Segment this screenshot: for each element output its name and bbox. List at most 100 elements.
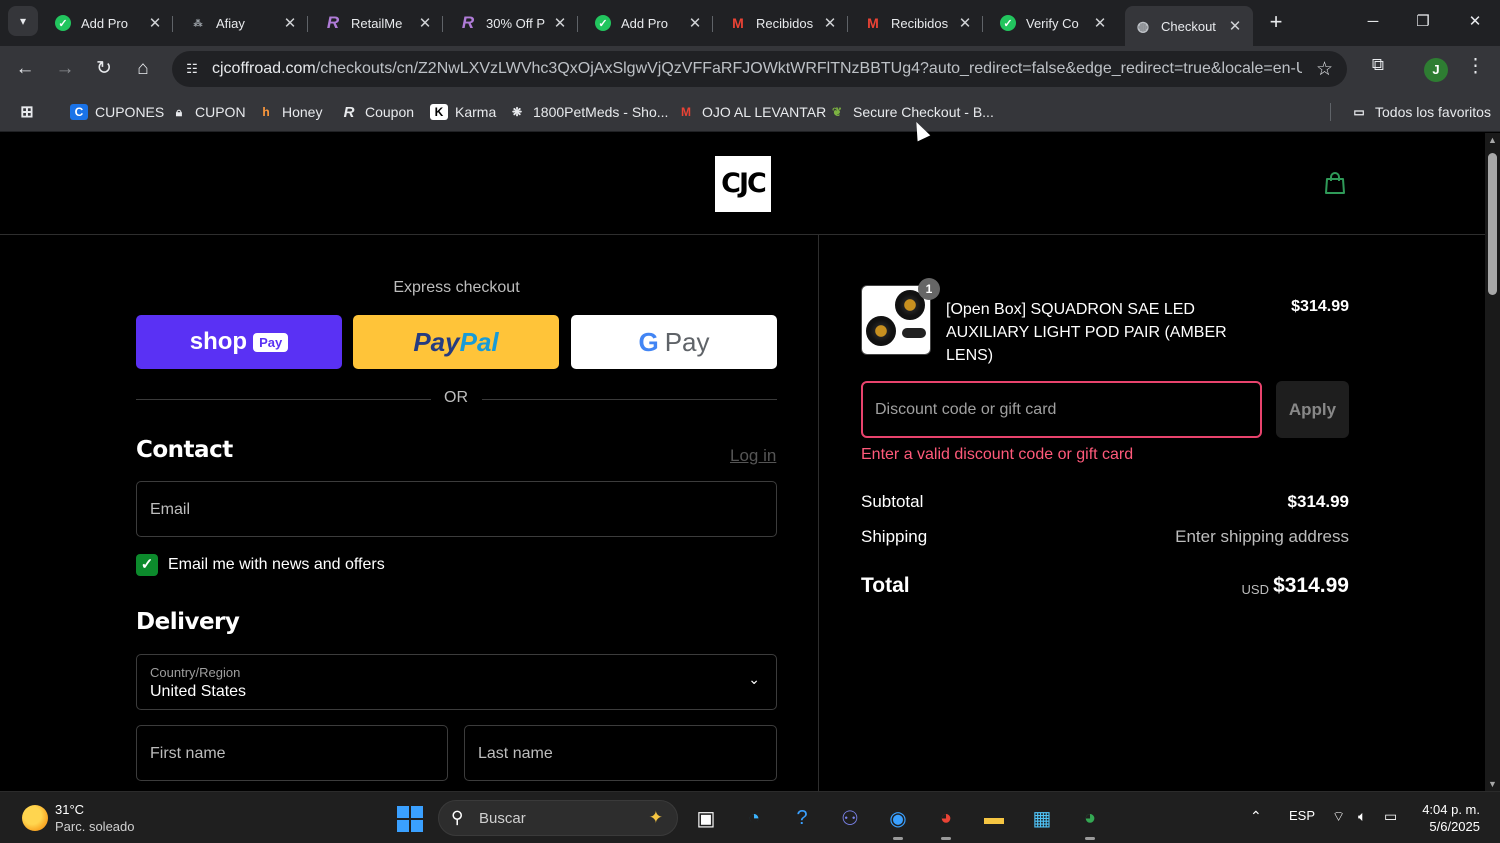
tab-30-off[interactable]: R 30% Off P ✕ — [450, 8, 578, 38]
store-logo[interactable]: CJC — [715, 156, 771, 212]
volume-icon[interactable]: 🔈︎ — [1358, 808, 1366, 825]
scrollbar-thumb[interactable] — [1488, 153, 1497, 295]
close-icon[interactable]: ✕ — [282, 14, 298, 32]
shopping-bag-icon[interactable] — [1324, 171, 1346, 195]
bookmark-honey[interactable]: h Honey — [257, 101, 322, 123]
copilot-app-icon[interactable]: ◉ — [882, 802, 914, 840]
snipping-tool-icon[interactable]: ▦ — [1026, 802, 1058, 834]
bookmark-cupon[interactable]: 🔒︎ CUPON — [170, 101, 246, 123]
chrome-icon[interactable]: ◕ — [930, 802, 962, 840]
wifi-icon[interactable]: ⌔ — [1332, 808, 1345, 826]
bookmark-star-icon[interactable]: ☆ — [1316, 58, 1333, 81]
teams-icon[interactable]: ⚇ — [834, 802, 866, 834]
login-link[interactable]: Log in — [730, 446, 776, 466]
all-bookmarks[interactable]: ▭ Todos los favoritos — [1350, 101, 1491, 123]
url-text[interactable]: cjcoffroad.com/checkouts/cn/Z2NwLXVzLWVh… — [212, 60, 1302, 78]
discount-code-input[interactable]: Discount code or gift card — [861, 381, 1262, 438]
bookmark-karma[interactable]: K Karma — [430, 101, 496, 123]
first-name-field[interactable]: First name — [136, 725, 448, 781]
close-icon[interactable]: ✕ — [957, 14, 973, 32]
clock-date[interactable]: 5/6/2025 — [1418, 819, 1480, 834]
tab-checkout[interactable]: ◍ Checkout ✕ — [1125, 6, 1253, 46]
site-info-icon[interactable]: ☷ — [182, 59, 202, 79]
back-icon[interactable]: ← — [10, 54, 40, 84]
close-icon[interactable]: ✕ — [822, 14, 838, 32]
or-label: OR — [444, 389, 468, 406]
tab-recibidos-1[interactable]: M Recibidos ✕ — [720, 8, 848, 38]
tab-afiay[interactable]: ⁂ Afiay ✕ — [180, 8, 308, 38]
copilot-sparkle-icon: ✦ — [648, 808, 663, 827]
scroll-up-icon[interactable]: ▲ — [1488, 135, 1497, 145]
search-placeholder: Buscar — [479, 810, 526, 827]
edge-icon[interactable]: ◔ — [738, 802, 770, 834]
retailmenot-icon: R — [343, 103, 355, 121]
extensions-icon[interactable]: ⧉ — [1364, 55, 1392, 83]
minimize-icon[interactable]: ─ — [1350, 8, 1396, 36]
tab-add-pro-2[interactable]: ✓ Add Pro ✕ — [585, 8, 713, 38]
apply-discount-button[interactable]: Apply — [1276, 381, 1349, 438]
tab-verify-code[interactable]: ✓ Verify Co ✕ — [990, 8, 1118, 38]
bookmark-cupones[interactable]: C CUPONES — [70, 101, 164, 123]
google-g-icon: G — [638, 326, 659, 357]
bookmark-secure-checkout[interactable]: ❦ Secure Checkout - B... — [828, 101, 994, 123]
forward-icon[interactable]: → — [50, 54, 80, 84]
paypal-button[interactable]: Pay Pal — [353, 315, 559, 369]
karma-icon: K — [430, 104, 448, 120]
bookmark-label: CUPON — [195, 104, 246, 120]
close-icon[interactable]: ✕ — [1227, 17, 1243, 35]
menu-kebab-icon[interactable]: ⋮ — [1466, 55, 1485, 78]
home-icon[interactable]: ⌂ — [128, 54, 158, 84]
page-scrollbar[interactable]: ▲ ▼ — [1485, 133, 1500, 791]
restore-icon[interactable]: ❐ — [1400, 8, 1446, 36]
close-icon[interactable]: ✕ — [1092, 14, 1108, 32]
reload-icon[interactable]: ↻ — [89, 54, 119, 84]
country-select[interactable]: Country/Region United States ⌄ — [136, 654, 777, 710]
last-name-field[interactable]: Last name — [464, 725, 777, 781]
discount-placeholder: Discount code or gift card — [875, 401, 1057, 418]
weather-temperature[interactable]: 31°C — [55, 802, 84, 817]
bookmark-coupon[interactable]: R Coupon — [340, 101, 414, 123]
google-pay-button[interactable]: G Pay — [571, 315, 777, 369]
total-value: $314.99 — [1273, 574, 1349, 597]
window-close-icon[interactable]: ✕ — [1452, 8, 1498, 36]
news-offers-label[interactable]: Email me with news and offers — [168, 556, 385, 574]
news-offers-checkbox[interactable]: ✓ — [136, 554, 158, 576]
retailmenot-icon: R — [461, 13, 475, 32]
tab-retailmenot[interactable]: R RetailMe ✕ — [315, 8, 443, 38]
close-icon[interactable]: ✕ — [147, 14, 163, 32]
clock-time[interactable]: 4:04 p. m. — [1418, 802, 1480, 817]
profile-avatar[interactable]: J — [1424, 58, 1448, 82]
task-view-icon[interactable]: ▣ — [690, 802, 722, 834]
windows-start-icon[interactable] — [397, 806, 423, 832]
afiay-icon: ⁂ — [193, 17, 203, 28]
taskbar-search[interactable]: ⚲ Buscar ✦ — [438, 800, 678, 836]
tab-add-pro-1[interactable]: ✓ Add Pro ✕ — [45, 8, 173, 38]
file-explorer-icon[interactable]: ▬ — [978, 802, 1010, 834]
close-icon[interactable]: ✕ — [552, 14, 568, 32]
email-field[interactable]: Email — [136, 481, 777, 537]
bookmark-1800petmeds[interactable]: ❋ 1800PetMeds - Sho... — [508, 101, 668, 123]
language-indicator[interactable]: ESP — [1289, 808, 1315, 823]
tray-overflow-icon[interactable]: ⌃ — [1250, 808, 1262, 825]
weather-sun-icon[interactable] — [22, 805, 48, 831]
scroll-down-icon[interactable]: ▼ — [1488, 779, 1497, 789]
paypal-text-pal: Pal — [459, 326, 499, 357]
help-icon[interactable]: ? — [786, 802, 818, 834]
tab-recibidos-2[interactable]: M Recibidos ✕ — [855, 8, 983, 38]
url-path: /checkouts/cn/Z2NwLXVzLWVhc3QxOjAxSlgwVj… — [315, 60, 1302, 77]
tab-search-icon[interactable]: ▾ — [8, 6, 38, 36]
close-icon[interactable]: ✕ — [687, 14, 703, 32]
close-icon[interactable]: ✕ — [417, 14, 433, 32]
shop-pay-button[interactable]: shop Pay — [136, 315, 342, 369]
apps-grid-icon[interactable]: ⊞ — [18, 101, 43, 123]
address-bar[interactable]: ☷ cjcoffroad.com/checkouts/cn/Z2NwLXVzLW… — [172, 51, 1347, 87]
bookmark-ojo-al-levantar[interactable]: M OJO AL LEVANTAR — [677, 101, 826, 123]
express-checkout-label: Express checkout — [393, 279, 520, 296]
folder-icon: ▭ — [1353, 105, 1365, 119]
new-tab-icon[interactable]: + — [1262, 8, 1290, 36]
chrome-profile-icon[interactable]: ◕ — [1074, 802, 1106, 840]
battery-icon[interactable]: ▭ — [1384, 808, 1397, 825]
weather-description[interactable]: Parc. soleado — [55, 819, 135, 834]
last-name-placeholder: Last name — [478, 745, 553, 762]
paw-icon: ❋ — [511, 105, 523, 119]
